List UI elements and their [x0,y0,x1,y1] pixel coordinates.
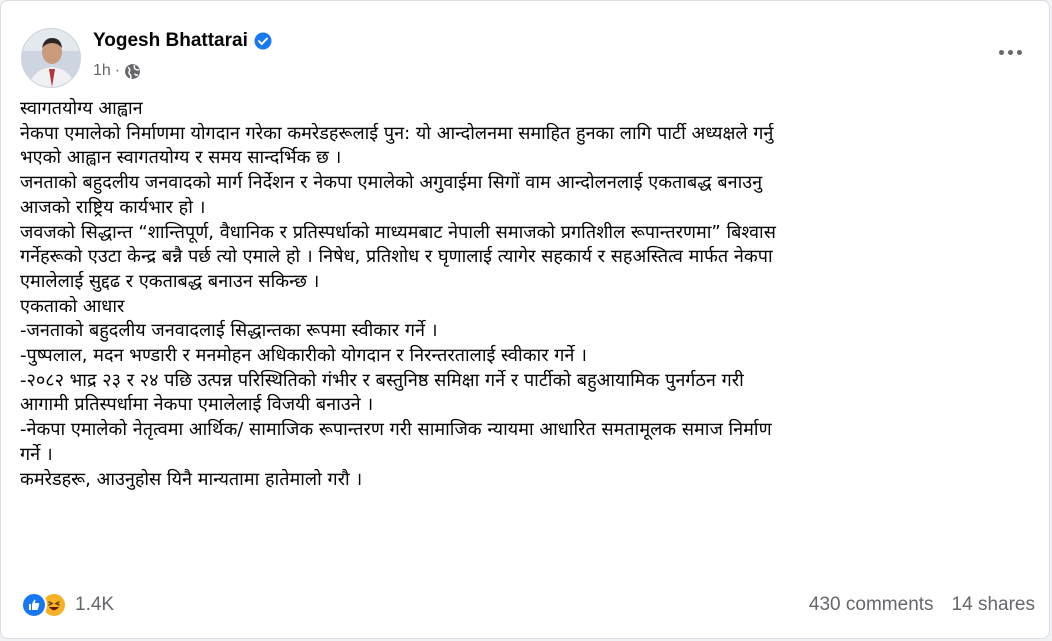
post-stats: 430 comments 14 shares [809,594,1035,616]
more-dot [998,49,1004,55]
avatar-photo [22,29,80,87]
post-subheading: एकताको आधार [20,295,125,317]
globe-icon[interactable] [124,63,141,80]
post-text-line: -पुष्पलाल, मदन भण्डारी र मनमोहन अधिकारीक… [20,345,587,367]
post-time[interactable]: 1h [93,62,111,80]
post-text-line: -जनताको बहुदलीय जनवादलाई सिद्धान्तका रूप… [20,320,438,342]
post-text-line: -२०८२ भाद्र २३ र २४ पछि उत्पन्न परिस्थित… [20,369,744,391]
author-name[interactable]: Yogesh Bhattarai [93,30,248,52]
post-text-line: एमालेलाई सुद्दढ र एकताबद्ध बनाउन सकिन्छ … [20,270,320,292]
post-heading: स्वागतयोग्य आह्वान [20,98,143,119]
post-text-line: भएको आह्वान स्वागतयोग्य र समय सान्दर्भिक… [20,147,342,169]
post-text-line: जवजको सिद्धान्त “शान्तिपूर्ण, वैधानिक र … [20,221,776,243]
post-footer: 1.4K 430 comments 14 shares [21,589,1035,621]
meta-separator: · [114,62,121,79]
author-row: Yogesh Bhattarai [93,30,272,52]
author-avatar[interactable] [21,28,81,88]
more-options-icon[interactable] [995,42,1025,62]
post-text-line: गर्ने । [20,443,53,465]
reactions-summary[interactable]: 1.4K [21,592,114,618]
post-text-line: -नेकपा एमालेको नेतृत्वमा आर्थिक/ सामाजिक… [20,419,772,441]
more-dot [1007,49,1013,55]
comments-count[interactable]: 430 comments [809,594,934,616]
post-card: Yogesh Bhattarai 1h · स्वागतयोग्य आह्वान… [0,0,1050,639]
post-text-line: कमरेडहरू, आउनुहोस यिनै मान्यतामा हातेमाल… [20,468,363,490]
reactions-count[interactable]: 1.4K [75,594,114,616]
post-body: स्वागतयोग्य आह्वान नेकपा एमालेको निर्माण… [20,97,1035,492]
post-text-line: गर्नेहरूको एउटा केन्द्र बन्नै पर्छ त्यो … [20,246,773,268]
shares-count[interactable]: 14 shares [952,594,1035,616]
verified-badge-icon [254,32,272,50]
post-meta: 1h · [93,62,141,80]
post-text-line: आजको राष्ट्रिय कार्यभार हो । [20,196,206,218]
post-text-line: नेकपा एमालेको निर्माणमा योगदान गरेका कमर… [20,122,774,144]
more-dot [1016,49,1022,55]
post-text-line: आगामी प्रतिस्पर्धामा नेकपा एमालेलाई विजय… [20,394,374,416]
post-text-line: जनताको बहुदलीय जनवादको मार्ग निर्देशन र … [20,172,763,194]
like-reaction-icon [21,592,47,618]
